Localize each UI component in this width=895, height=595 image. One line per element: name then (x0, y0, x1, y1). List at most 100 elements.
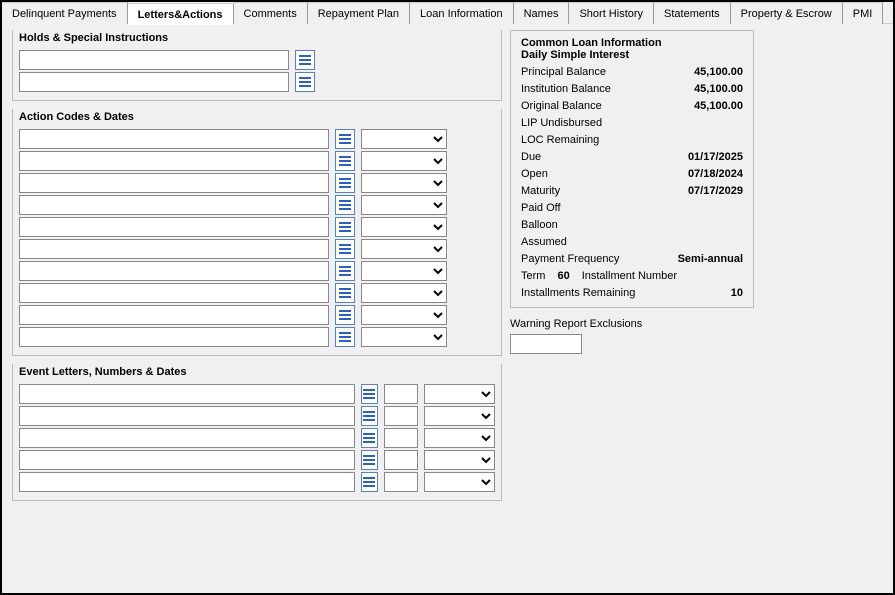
tab-letters-actions[interactable]: Letters&Actions (128, 3, 234, 25)
list-icon[interactable] (361, 472, 378, 492)
hold-row (19, 50, 495, 70)
event-combo-0[interactable] (424, 384, 495, 404)
due-label: Due (521, 151, 541, 163)
list-icon[interactable] (361, 450, 378, 470)
assumed-label: Assumed (521, 236, 567, 248)
action-input-1[interactable] (19, 151, 329, 171)
action-combo-6[interactable] (361, 261, 447, 281)
list-icon[interactable] (335, 261, 355, 281)
list-icon[interactable] (335, 195, 355, 215)
holds-group: Holds & Special Instructions (12, 30, 502, 101)
event-input-3[interactable] (19, 450, 355, 470)
list-icon[interactable] (335, 239, 355, 259)
list-icon[interactable] (361, 384, 378, 404)
tab-bar: Delinquent Payments Letters&Actions Comm… (2, 2, 893, 24)
list-icon[interactable] (335, 129, 355, 149)
action-combo-5[interactable] (361, 239, 447, 259)
info-title: Common Loan Information (521, 37, 743, 49)
term-value: 60 (557, 270, 569, 282)
list-icon[interactable] (361, 428, 378, 448)
institution-label: Institution Balance (521, 83, 611, 95)
list-icon[interactable] (335, 327, 355, 347)
list-icon[interactable] (335, 173, 355, 193)
action-input-5[interactable] (19, 239, 329, 259)
action-input-9[interactable] (19, 327, 329, 347)
lip-label: LIP Undisbursed (521, 117, 602, 129)
list-icon[interactable] (335, 151, 355, 171)
maturity-label: Maturity (521, 185, 560, 197)
action-input-3[interactable] (19, 195, 329, 215)
event-combo-4[interactable] (424, 472, 495, 492)
event-input-0[interactable] (19, 384, 355, 404)
action-combo-3[interactable] (361, 195, 447, 215)
event-number-0[interactable] (384, 384, 418, 404)
open-value: 07/18/2024 (688, 168, 743, 180)
hold-input-0[interactable] (19, 50, 289, 70)
original-value: 45,100.00 (694, 100, 743, 112)
tab-loan-information[interactable]: Loan Information (410, 2, 514, 24)
event-number-3[interactable] (384, 450, 418, 470)
principal-value: 45,100.00 (694, 66, 743, 78)
list-icon[interactable] (335, 217, 355, 237)
action-input-8[interactable] (19, 305, 329, 325)
hold-input-1[interactable] (19, 72, 289, 92)
action-input-2[interactable] (19, 173, 329, 193)
tab-statements[interactable]: Statements (654, 2, 731, 24)
list-icon[interactable] (361, 406, 378, 426)
action-row (19, 327, 495, 347)
tab-delinquent-payments[interactable]: Delinquent Payments (2, 2, 128, 24)
content-area: Holds & Special Instructions Action Code… (2, 24, 893, 593)
event-row (19, 428, 495, 448)
frequency-label: Payment Frequency (521, 253, 619, 265)
list-icon[interactable] (335, 305, 355, 325)
action-combo-4[interactable] (361, 217, 447, 237)
holds-title: Holds & Special Instructions (19, 32, 495, 44)
event-input-1[interactable] (19, 406, 355, 426)
action-input-0[interactable] (19, 129, 329, 149)
action-input-7[interactable] (19, 283, 329, 303)
action-row (19, 173, 495, 193)
event-combo-3[interactable] (424, 450, 495, 470)
list-icon[interactable] (295, 50, 315, 70)
balloon-label: Balloon (521, 219, 558, 231)
paidoff-label: Paid Off (521, 202, 561, 214)
event-combo-1[interactable] (424, 406, 495, 426)
tab-short-history[interactable]: Short History (569, 2, 654, 24)
action-input-6[interactable] (19, 261, 329, 281)
actions-title: Action Codes & Dates (19, 111, 495, 123)
action-combo-8[interactable] (361, 305, 447, 325)
events-group: Event Letters, Numbers & Dates (12, 364, 502, 501)
event-row (19, 450, 495, 470)
action-combo-1[interactable] (361, 151, 447, 171)
info-subtitle: Daily Simple Interest (521, 49, 743, 61)
action-row (19, 283, 495, 303)
event-row (19, 472, 495, 492)
action-row (19, 305, 495, 325)
tab-repayment-plan[interactable]: Repayment Plan (308, 2, 410, 24)
tab-property-escrow[interactable]: Property & Escrow (731, 2, 843, 24)
list-icon[interactable] (295, 72, 315, 92)
event-combo-2[interactable] (424, 428, 495, 448)
action-row (19, 239, 495, 259)
frequency-value: Semi-annual (678, 253, 743, 265)
installment-number-label: Installment Number (582, 270, 677, 282)
event-number-2[interactable] (384, 428, 418, 448)
action-row (19, 195, 495, 215)
event-input-4[interactable] (19, 472, 355, 492)
tab-comments[interactable]: Comments (234, 2, 308, 24)
action-combo-7[interactable] (361, 283, 447, 303)
event-number-4[interactable] (384, 472, 418, 492)
action-combo-0[interactable] (361, 129, 447, 149)
event-number-1[interactable] (384, 406, 418, 426)
list-icon[interactable] (335, 283, 355, 303)
warning-exclusions-block: Warning Report Exclusions (510, 318, 754, 354)
tab-pmi[interactable]: PMI (843, 2, 884, 24)
tab-names[interactable]: Names (514, 2, 570, 24)
actions-group: Action Codes & Dates (12, 109, 502, 356)
event-input-2[interactable] (19, 428, 355, 448)
action-input-4[interactable] (19, 217, 329, 237)
warning-exclusions-input[interactable] (510, 334, 582, 354)
action-combo-9[interactable] (361, 327, 447, 347)
remaining-label: Installments Remaining (521, 287, 635, 299)
action-combo-2[interactable] (361, 173, 447, 193)
